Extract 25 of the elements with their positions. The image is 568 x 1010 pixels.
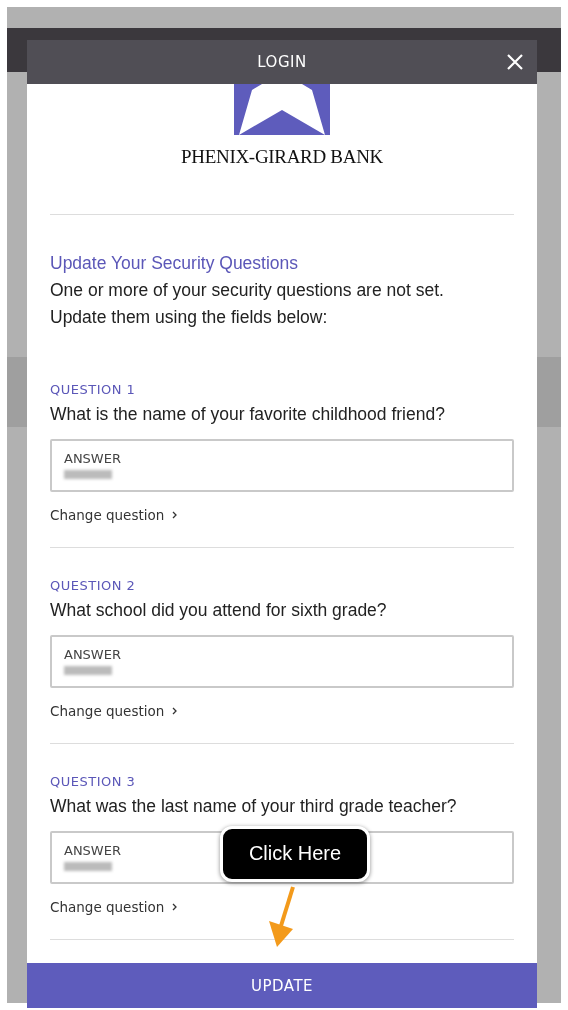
intro-text: One or more of your security questions are not set. — [50, 280, 444, 301]
chevron-icon — [172, 903, 178, 911]
bank-name: PHENIX-GIRARD BANK — [181, 146, 383, 168]
question-label: QUESTION 2 — [50, 578, 136, 593]
question-label: QUESTION 3 — [50, 774, 136, 789]
question-label: QUESTION 1 — [50, 382, 136, 397]
star-logo-icon — [234, 84, 330, 135]
answer-field[interactable]: ANSWER — [50, 635, 514, 688]
dialog-title: LOGIN — [257, 53, 307, 71]
question-text: What was the last name of your third grade teacher? — [50, 796, 457, 817]
callout-tooltip: Click Here — [220, 826, 370, 882]
redacted-value — [64, 666, 112, 675]
question-text: What school did you attend for sixth grade? — [50, 600, 387, 621]
question-text: What is the name of your favorite childhood friend? — [50, 404, 445, 425]
redacted-value — [64, 470, 112, 479]
chevron-icon — [172, 511, 178, 519]
chevron-icon — [172, 707, 178, 715]
intro-text: Update them using the fields below: — [50, 307, 328, 328]
update-button[interactable]: UPDATE — [27, 963, 537, 1008]
change-question-link[interactable]: Change question — [50, 507, 178, 523]
change-question-link[interactable]: Change question — [50, 703, 178, 719]
answer-field[interactable]: ANSWER — [50, 439, 514, 492]
close-icon[interactable] — [507, 54, 523, 70]
section-heading: Update Your Security Questions — [50, 253, 299, 274]
change-question-link[interactable]: Change question — [50, 899, 178, 915]
